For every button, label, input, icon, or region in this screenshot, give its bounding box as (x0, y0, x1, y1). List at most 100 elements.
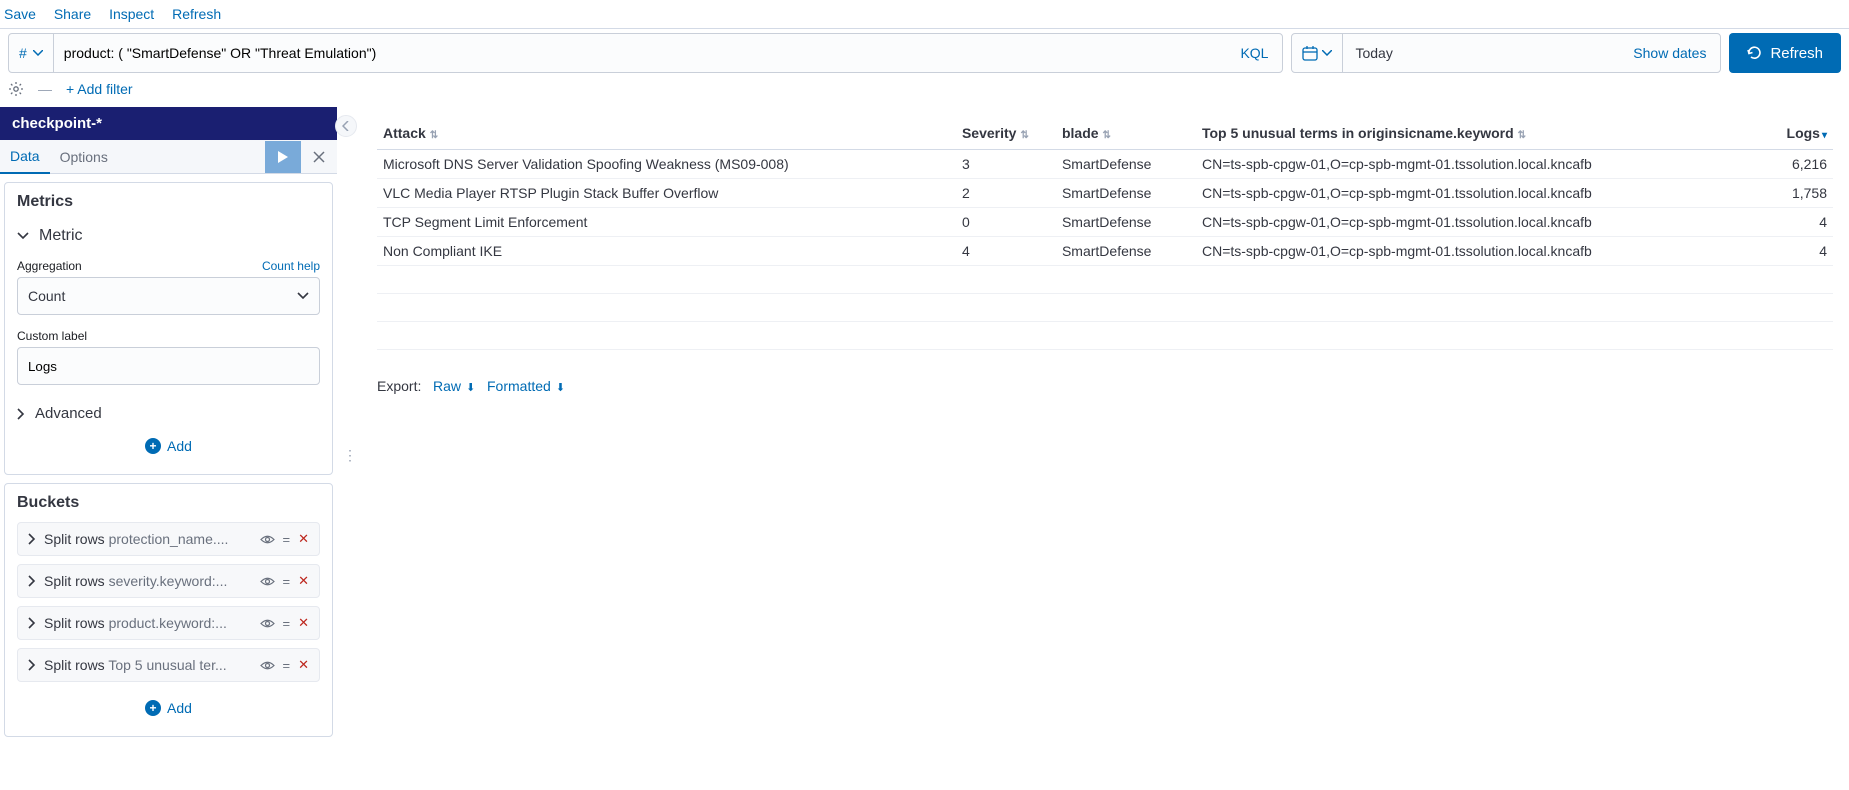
toggle-visibility-icon[interactable] (260, 576, 275, 587)
export-label: Export: (377, 378, 421, 394)
discard-changes-button[interactable] (301, 141, 337, 173)
aggregation-select[interactable]: Count (17, 277, 320, 315)
custom-label-label: Custom label (17, 329, 87, 343)
hash-icon: # (19, 45, 27, 61)
custom-label-input[interactable] (17, 347, 320, 385)
col-severity[interactable]: Severity⇅ (956, 117, 1056, 150)
drag-handle-icon[interactable]: = (283, 616, 291, 631)
filter-settings-button[interactable] (8, 81, 24, 97)
cell-severity: 4 (956, 237, 1056, 266)
refresh-button[interactable]: Refresh (1729, 33, 1841, 73)
aggregation-label: Aggregation (17, 259, 82, 273)
add-metric-label: Add (167, 438, 192, 454)
bucket-label: Split rows Top 5 unusual ter... (44, 657, 252, 673)
tab-data[interactable]: Data (0, 140, 50, 174)
metric-toggle[interactable]: Metric (17, 221, 320, 251)
query-input[interactable] (54, 34, 1227, 72)
resize-handle[interactable]: ⋮ (343, 447, 358, 464)
cell-logs: 4 (1753, 237, 1833, 266)
cell-blade: SmartDefense (1056, 208, 1196, 237)
query-filter-menu[interactable]: # (9, 34, 54, 72)
bucket-label: Split rows product.keyword:... (44, 615, 252, 631)
chevron-down-icon (1322, 50, 1332, 56)
cell-origin: CN=ts-spb-cpgw-01,O=cp-spb-mgmt-01.tssol… (1196, 208, 1753, 237)
top-nav: Save Share Inspect Refresh (0, 0, 1849, 29)
drag-handle-icon[interactable]: = (283, 574, 291, 589)
query-input-wrap: # KQL (8, 33, 1283, 73)
gear-icon (8, 81, 24, 97)
bucket-item[interactable]: Split rows product.keyword:... = ✕ (17, 606, 320, 640)
advanced-toggle[interactable]: Advanced (17, 399, 320, 428)
refresh-icon (1747, 46, 1762, 61)
toggle-visibility-icon[interactable] (260, 660, 275, 671)
date-picker: Today Show dates (1291, 33, 1721, 73)
cell-attack: Microsoft DNS Server Validation Spoofing… (377, 150, 956, 179)
add-filter-link[interactable]: + Add filter (66, 81, 133, 97)
col-origin[interactable]: Top 5 unusual terms in originsicname.key… (1196, 117, 1753, 150)
nav-save[interactable]: Save (4, 6, 36, 22)
nav-refresh[interactable]: Refresh (172, 6, 221, 22)
metrics-panel: Metrics Metric Aggregation Count help Co… (4, 182, 333, 475)
col-attack[interactable]: Attack⇅ (377, 117, 956, 150)
table-row: Non Compliant IKE4SmartDefenseCN=ts-spb-… (377, 237, 1833, 266)
tab-options[interactable]: Options (50, 141, 118, 173)
cell-logs: 1,758 (1753, 179, 1833, 208)
cell-origin: CN=ts-spb-cpgw-01,O=cp-spb-mgmt-01.tssol… (1196, 150, 1753, 179)
add-metric-button[interactable]: + Add (17, 428, 320, 464)
date-quick-menu[interactable] (1292, 34, 1343, 72)
editor-tabs: Data Options (0, 140, 337, 174)
cell-attack: VLC Media Player RTSP Plugin Stack Buffe… (377, 179, 956, 208)
table-row: Microsoft DNS Server Validation Spoofing… (377, 150, 1833, 179)
nav-share[interactable]: Share (54, 6, 91, 22)
date-value[interactable]: Today (1343, 34, 1619, 72)
table-row: VLC Media Player RTSP Plugin Stack Buffe… (377, 179, 1833, 208)
calendar-icon (1302, 45, 1318, 61)
bucket-item[interactable]: Split rows Top 5 unusual ter... = ✕ (17, 648, 320, 682)
sort-icon: ⇅ (1518, 130, 1526, 141)
export-raw-link[interactable]: Raw ⬇ (433, 378, 475, 394)
drag-handle-icon[interactable]: = (283, 532, 291, 547)
cell-severity: 2 (956, 179, 1056, 208)
filter-row: — + Add filter (0, 77, 1849, 107)
chevron-right-icon (28, 533, 36, 545)
plus-circle-icon: + (145, 438, 161, 454)
filter-separator: — (38, 81, 52, 97)
show-dates-link[interactable]: Show dates (1619, 34, 1720, 72)
download-icon: ⬇ (463, 382, 475, 394)
remove-bucket-icon[interactable]: ✕ (298, 657, 309, 673)
apply-changes-button[interactable] (265, 141, 301, 173)
bucket-item[interactable]: Split rows protection_name.... = ✕ (17, 522, 320, 556)
col-logs[interactable]: Logs▾ (1753, 117, 1833, 150)
chevron-right-icon (28, 659, 36, 671)
bucket-item[interactable]: Split rows severity.keyword:... = ✕ (17, 564, 320, 598)
plus-circle-icon: + (145, 700, 161, 716)
chevron-down-icon (297, 292, 309, 300)
cell-attack: Non Compliant IKE (377, 237, 956, 266)
bucket-label: Split rows severity.keyword:... (44, 573, 252, 589)
metric-label: Metric (39, 227, 83, 245)
col-blade[interactable]: blade⇅ (1056, 117, 1196, 150)
remove-bucket-icon[interactable]: ✕ (298, 573, 309, 589)
advanced-label: Advanced (35, 405, 102, 422)
toggle-visibility-icon[interactable] (260, 618, 275, 629)
download-icon: ⬇ (553, 382, 565, 394)
index-pattern-selector[interactable]: checkpoint-* (0, 107, 337, 140)
remove-bucket-icon[interactable]: ✕ (298, 531, 309, 547)
visualization-area: ⋮ Attack⇅ Severity⇅ blade⇅ Top 5 unusual… (337, 107, 1849, 745)
add-bucket-button[interactable]: + Add (17, 690, 320, 726)
remove-bucket-icon[interactable]: ✕ (298, 615, 309, 631)
chevron-right-icon (17, 408, 25, 420)
table-empty-row (377, 322, 1833, 350)
close-icon (313, 151, 325, 163)
toggle-visibility-icon[interactable] (260, 534, 275, 545)
table-empty-row (377, 266, 1833, 294)
count-help-link[interactable]: Count help (262, 259, 320, 273)
bucket-label: Split rows protection_name.... (44, 531, 252, 547)
cell-blade: SmartDefense (1056, 179, 1196, 208)
export-formatted-link[interactable]: Formatted ⬇ (487, 378, 565, 394)
index-pattern-label: checkpoint-* (12, 115, 102, 132)
drag-handle-icon[interactable]: = (283, 658, 291, 673)
sort-down-icon: ▾ (1822, 130, 1827, 141)
nav-inspect[interactable]: Inspect (109, 6, 154, 22)
query-language-toggle[interactable]: KQL (1226, 34, 1282, 72)
